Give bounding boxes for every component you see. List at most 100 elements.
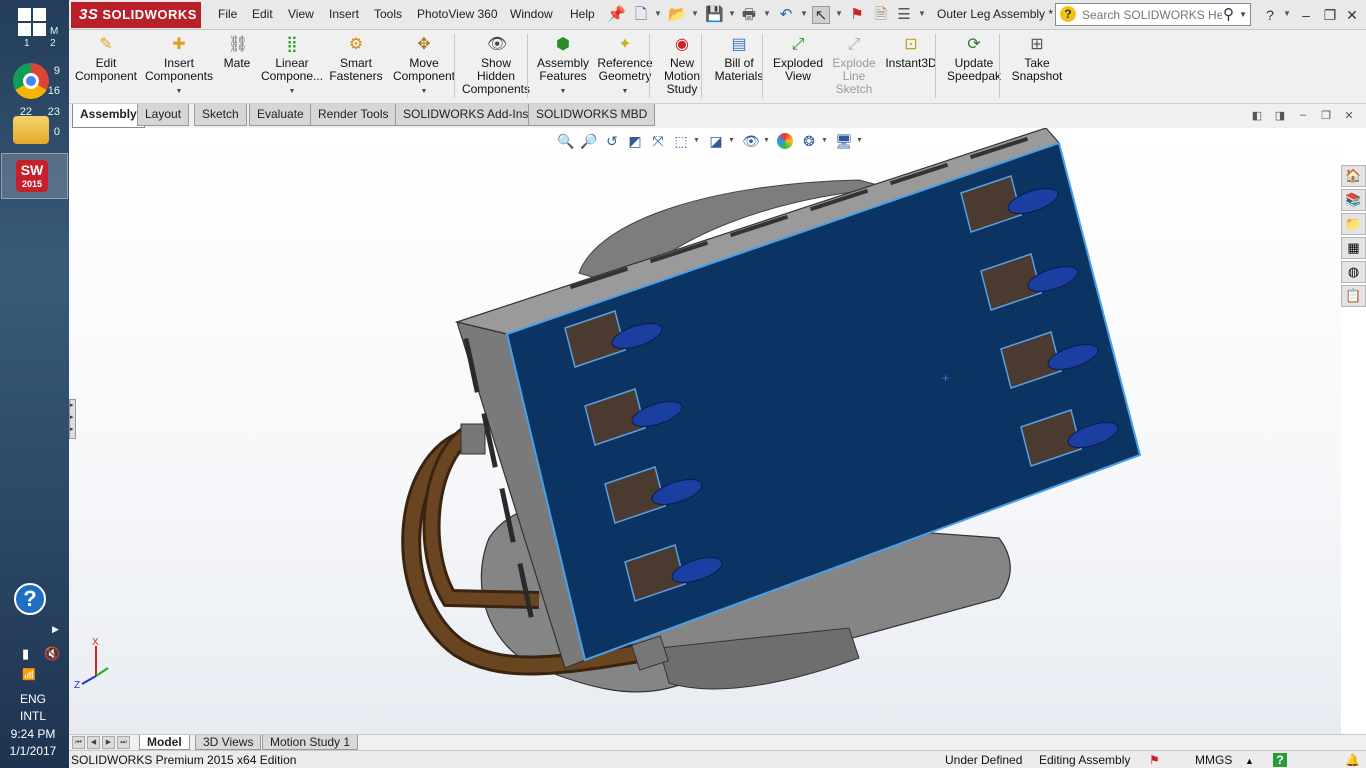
command-assembly-features-button[interactable]: ⬢ Assembly Features ▼ — [531, 30, 595, 102]
help-search-input[interactable] — [1082, 7, 1222, 22]
solidworks-taskbar-button[interactable]: SW 2015 — [1, 153, 68, 199]
rebuild-status-icon[interactable]: ⚑ — [1149, 753, 1160, 767]
design-library-icon[interactable]: 📚 — [1341, 189, 1366, 211]
menu-insert[interactable]: Insert — [329, 7, 359, 21]
menu-edit[interactable]: Edit — [252, 7, 273, 21]
chevron-down-icon[interactable]: ▼ — [139, 85, 219, 98]
battery-icon[interactable]: ▮ — [22, 646, 29, 662]
help-menu-icon[interactable]: ? — [1260, 5, 1280, 25]
minimize-icon[interactable]: – — [1296, 5, 1316, 25]
chevron-down-icon[interactable]: ▼ — [389, 85, 459, 98]
undo-dropdown-icon[interactable]: ▼ — [800, 9, 808, 18]
tab-sketch[interactable]: Sketch — [194, 104, 247, 126]
next-tab-icon[interactable]: ▶ — [102, 736, 115, 749]
start-button[interactable]: S M 1 2 — [0, 0, 69, 52]
tab-evaluate[interactable]: Evaluate — [249, 104, 312, 126]
options-dropdown-icon[interactable]: ▼ — [918, 9, 926, 18]
select-icon[interactable]: ↖ — [812, 6, 830, 24]
command-move-component-button[interactable]: ✥ Move Component ▼ — [389, 30, 459, 102]
feature-manager-toggle[interactable]: ▸ ▸ ▸ — [69, 399, 76, 439]
prev-tab-icon[interactable]: ◀ — [87, 736, 100, 749]
keyboard-layout[interactable]: INTL — [0, 709, 66, 723]
save-dropdown-icon[interactable]: ▼ — [728, 9, 736, 18]
solidworks-logo[interactable]: 3S SOLIDWORKS — [71, 2, 201, 28]
doc-tile-right-icon[interactable]: ◨ — [1272, 109, 1288, 125]
menu-view[interactable]: View — [288, 7, 314, 21]
command-insert-components-button[interactable]: ✚ Insert Components ▼ — [139, 30, 219, 102]
chevron-down-icon[interactable]: ▼ — [595, 85, 655, 98]
rebuild-icon[interactable]: ⚑ — [848, 6, 866, 24]
command-linear-pattern-button[interactable]: ⣿ Linear Compone... ▼ — [257, 30, 327, 102]
assembly-model[interactable]: + — [69, 128, 1341, 734]
custom-properties-icon[interactable]: 📋 — [1341, 285, 1366, 307]
open-dropdown-icon[interactable]: ▼ — [691, 9, 699, 18]
explorer-taskbar-button[interactable]: 22 23 0 — [1, 104, 68, 150]
volume-muted-icon[interactable]: 🔇 — [44, 646, 60, 662]
chevron-down-icon[interactable]: ▼ — [531, 85, 595, 98]
view-palette-icon[interactable]: ▦ — [1341, 237, 1366, 259]
file-properties-icon[interactable]: 🗎 — [872, 6, 890, 24]
close-icon[interactable]: ✕ — [1342, 5, 1362, 25]
new-dropdown-icon[interactable]: ▼ — [654, 9, 662, 18]
help-icon[interactable]: ? — [14, 583, 46, 615]
chevron-down-icon[interactable]: ▼ — [257, 85, 327, 98]
command-instant3d-button[interactable]: ⊡ Instant3D — [881, 30, 941, 102]
tab-model[interactable]: Model — [139, 735, 190, 750]
search-icon[interactable]: ⚲ — [1223, 5, 1234, 23]
command-reference-geometry-button[interactable]: ✦ Reference Geometry ▼ — [595, 30, 655, 102]
clock-time[interactable]: 9:24 PM — [0, 727, 66, 741]
open-icon[interactable]: 📂 — [668, 6, 687, 24]
chrome-taskbar-button[interactable]: 9 16 — [1, 57, 68, 103]
command-edit-component-button[interactable]: ✎ Edit Component — [71, 30, 141, 102]
doc-tile-left-icon[interactable]: ◧ — [1249, 109, 1265, 125]
doc-minimize-icon[interactable]: – — [1295, 109, 1311, 125]
undo-icon[interactable]: ↶ — [777, 6, 795, 24]
pin-icon[interactable]: 📌 — [607, 6, 626, 24]
tab-assembly[interactable]: Assembly — [72, 104, 145, 128]
doc-restore-icon[interactable]: ❐ — [1318, 109, 1334, 125]
command-explode-line-button[interactable]: ⤢ Explode Line Sketch — [826, 30, 882, 102]
file-explorer-icon[interactable]: 📁 — [1341, 213, 1366, 235]
print-dropdown-icon[interactable]: ▼ — [763, 9, 771, 18]
search-dropdown-icon[interactable]: ▼ — [1239, 10, 1247, 19]
help-search-box[interactable]: ? ⚲ ▼ — [1055, 3, 1251, 26]
units-dropdown-icon[interactable]: ▲ — [1245, 756, 1254, 766]
save-icon[interactable]: 💾 — [705, 6, 724, 24]
last-tab-icon[interactable]: ⏭ — [117, 736, 130, 749]
tab-layout[interactable]: Layout — [137, 104, 190, 126]
command-show-hidden-button[interactable]: 👁 Show Hidden Components — [459, 30, 533, 102]
restore-icon[interactable]: ❐ — [1320, 5, 1340, 25]
menu-help[interactable]: Help — [570, 7, 595, 21]
solidworks-resources-icon[interactable]: 🏠 — [1341, 165, 1366, 187]
graphics-area[interactable]: 🔍 🔎 ↺ ◩ ⤧ ⬚ ▼ ◪ ▼ 👁 ▼ ❂ ▼ 🖥 ▼ + X Z — [69, 128, 1341, 734]
tab-addins[interactable]: SOLIDWORKS Add-Ins — [395, 104, 537, 126]
new-document-icon[interactable]: 🗋 — [632, 6, 650, 24]
clock-date[interactable]: 1/1/2017 — [0, 744, 66, 758]
network-icon[interactable]: 📶 — [22, 668, 36, 681]
tab-motion-study[interactable]: Motion Study 1 — [262, 735, 359, 750]
tab-3d-views[interactable]: 3D Views — [195, 735, 262, 750]
menu-window[interactable]: Window — [510, 7, 553, 21]
options-icon[interactable]: ☰ — [895, 6, 913, 24]
command-snapshot-button[interactable]: ⊞ Take Snapshot — [1006, 30, 1068, 102]
help-dropdown-icon[interactable]: ▼ — [1283, 9, 1291, 18]
language-indicator[interactable]: ENG — [0, 692, 66, 706]
command-bill-of-materials-button[interactable]: ▤ Bill of Materials — [709, 30, 769, 102]
tab-mbd[interactable]: SOLIDWORKS MBD — [528, 104, 656, 126]
menu-file[interactable]: File — [218, 7, 237, 21]
command-exploded-view-button[interactable]: ⤢ Exploded View — [769, 30, 827, 102]
select-dropdown-icon[interactable]: ▼ — [835, 9, 843, 18]
doc-close-icon[interactable]: ✕ — [1341, 109, 1357, 125]
menu-photoview[interactable]: PhotoView 360 — [417, 7, 498, 21]
status-units[interactable]: MMGS — [1195, 753, 1232, 767]
tray-expand-icon[interactable]: ▶ — [52, 624, 59, 635]
command-smart-fasteners-button[interactable]: ⚙ Smart Fasteners — [324, 30, 388, 102]
help-status-icon[interactable]: ? — [1273, 753, 1287, 767]
notification-icon[interactable]: 🔔 — [1345, 753, 1360, 767]
menu-tools[interactable]: Tools — [374, 7, 402, 21]
command-speedpak-button[interactable]: ⟳ Update Speedpak — [942, 30, 1006, 102]
first-tab-icon[interactable]: ⏮ — [72, 736, 85, 749]
command-mate-button[interactable]: ⛓ Mate — [216, 30, 258, 102]
print-icon[interactable]: 🖶 — [740, 6, 758, 24]
tab-render-tools[interactable]: Render Tools — [310, 104, 397, 126]
